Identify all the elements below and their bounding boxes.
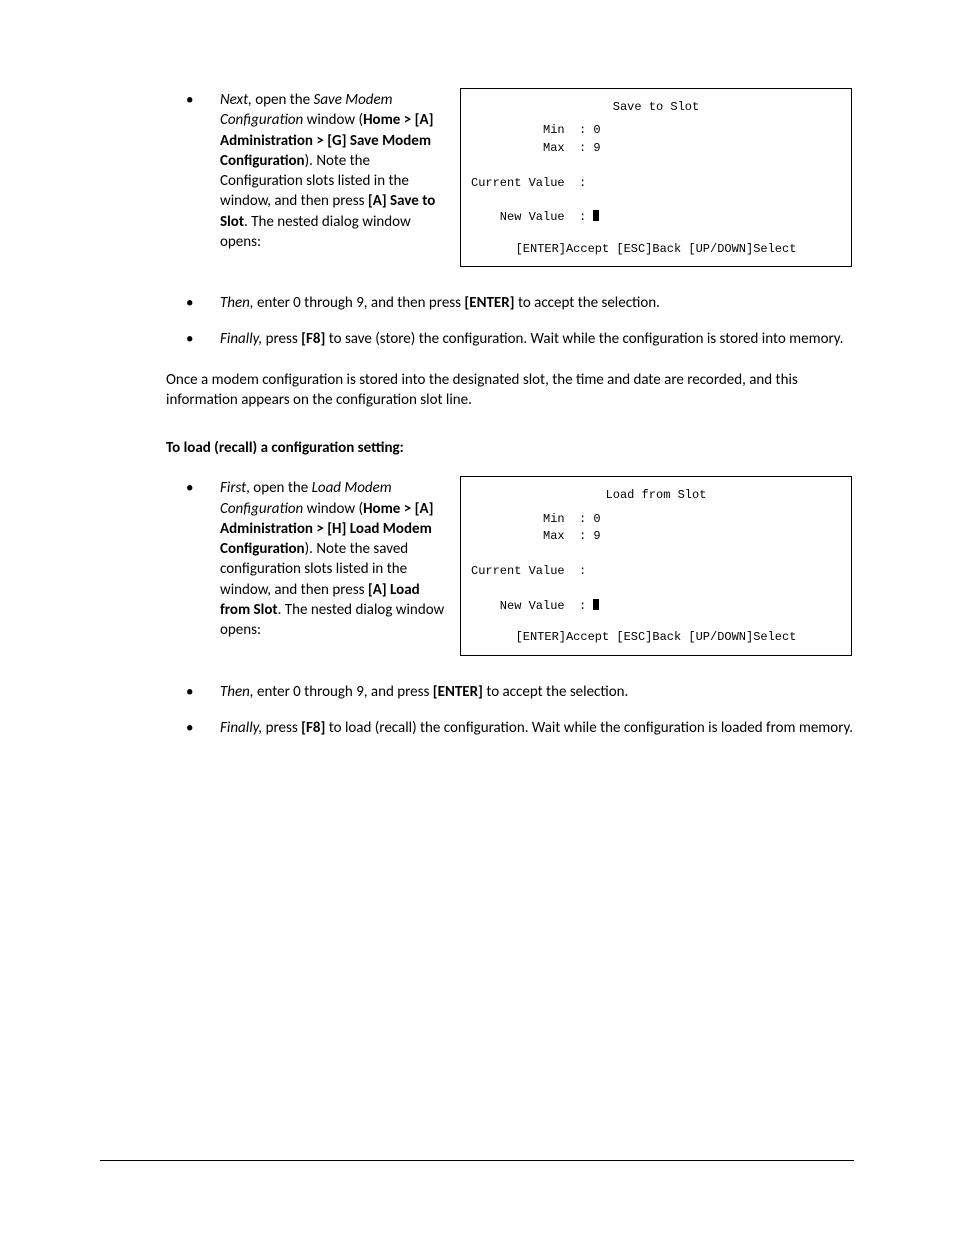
text-segment: to load (recall) the configuration. Wait… <box>325 719 853 737</box>
terminal-title: Save to Slot <box>471 99 841 116</box>
bullet-text: Then, enter 0 through 9, and then press … <box>220 293 854 313</box>
terminal-max-line: Max : 9 <box>471 140 841 157</box>
text-segment: enter 0 through 9, and then press <box>254 294 465 312</box>
lead-word: Then, <box>220 683 254 701</box>
bullet-marker: • <box>166 90 220 110</box>
terminal-blank-line <box>471 580 841 597</box>
text-segment: enter 0 through 9, and press <box>254 683 433 701</box>
bullet-marker: • <box>166 682 220 702</box>
terminal-current-line: Current Value : <box>471 175 841 192</box>
bullet-text: Finally, press [F8] to load (recall) the… <box>220 718 854 738</box>
terminal-blank-line <box>471 546 841 563</box>
terminal-new-label: New Value : <box>471 210 593 224</box>
terminal-new-label: New Value : <box>471 599 593 613</box>
paragraph-stored-info: Once a modem configuration is stored int… <box>166 370 854 411</box>
text-segment: to accept the selection. <box>483 683 628 701</box>
text-segment: open the <box>252 91 314 109</box>
terminal-new-value-line: New Value : <box>471 209 841 226</box>
key-action: [F8] <box>301 330 325 348</box>
terminal-footer: [ENTER]Accept [ESC]Back [UP/DOWN]Select <box>471 629 841 646</box>
terminal-blank-line <box>471 192 841 209</box>
lead-word: Next, <box>220 91 252 109</box>
bullet-text: First, open the Load Modem Configuration… <box>220 478 450 640</box>
bullet-item-load-first: • First, open the Load Modem Configurati… <box>166 478 854 657</box>
text-segment: press <box>262 719 301 737</box>
key-action: [ENTER] <box>464 294 514 312</box>
section-heading-load: To load (recall) a configuration setting… <box>166 438 854 458</box>
lead-word: First <box>220 479 246 497</box>
bullet-item-save-then: • Then, enter 0 through 9, and then pres… <box>166 293 854 313</box>
footer-divider <box>100 1160 854 1161</box>
document-page: • Next, open the Save Modem Configuratio… <box>0 0 954 1235</box>
bullet-item-save-next: • Next, open the Save Modem Configuratio… <box>166 90 854 269</box>
terminal-load-from-slot: Load from Slot Min : 0 Max : 9 Current V… <box>460 476 852 655</box>
bullet-marker: • <box>166 478 220 498</box>
text-segment: . The nested dialog window opens: <box>220 213 411 251</box>
bullet-item-save-finally: • Finally, press [F8] to save (store) th… <box>166 329 854 349</box>
text-segment: window ( <box>303 500 363 518</box>
bullet-text: Then, enter 0 through 9, and press [ENTE… <box>220 682 854 702</box>
lead-word: Finally, <box>220 719 262 737</box>
terminal-min-line: Min : 0 <box>471 511 841 528</box>
key-action: [F8] <box>301 719 325 737</box>
lead-word: Then, <box>220 294 254 312</box>
terminal-save-to-slot: Save to Slot Min : 0 Max : 9 Current Val… <box>460 88 852 267</box>
terminal-new-value-line: New Value : <box>471 598 841 615</box>
text-segment: to save (store) the configuration. Wait … <box>325 330 843 348</box>
text-segment: to accept the selection. <box>515 294 660 312</box>
terminal-current-line: Current Value : <box>471 563 841 580</box>
text-segment: , open the <box>246 479 311 497</box>
bullet-marker: • <box>166 329 220 349</box>
terminal-footer: [ENTER]Accept [ESC]Back [UP/DOWN]Select <box>471 241 841 258</box>
lead-word: Finally, <box>220 330 262 348</box>
bullet-marker: • <box>166 718 220 738</box>
terminal-min-line: Min : 0 <box>471 122 841 139</box>
bullet-text: Finally, press [F8] to save (store) the … <box>220 329 854 349</box>
terminal-max-line: Max : 9 <box>471 528 841 545</box>
bullet-item-load-finally: • Finally, press [F8] to load (recall) t… <box>166 718 854 738</box>
cursor-icon <box>593 599 599 610</box>
bullet-text: Next, open the Save Modem Configuration … <box>220 90 450 252</box>
cursor-icon <box>593 210 599 221</box>
text-segment: window ( <box>303 111 363 129</box>
key-action: [ENTER] <box>433 683 483 701</box>
terminal-blank-line <box>471 157 841 174</box>
terminal-title: Load from Slot <box>471 487 841 504</box>
bullet-marker: • <box>166 293 220 313</box>
bullet-item-load-then: • Then, enter 0 through 9, and press [EN… <box>166 682 854 702</box>
document-content: • Next, open the Save Modem Configuratio… <box>100 90 854 738</box>
text-segment: press <box>262 330 301 348</box>
